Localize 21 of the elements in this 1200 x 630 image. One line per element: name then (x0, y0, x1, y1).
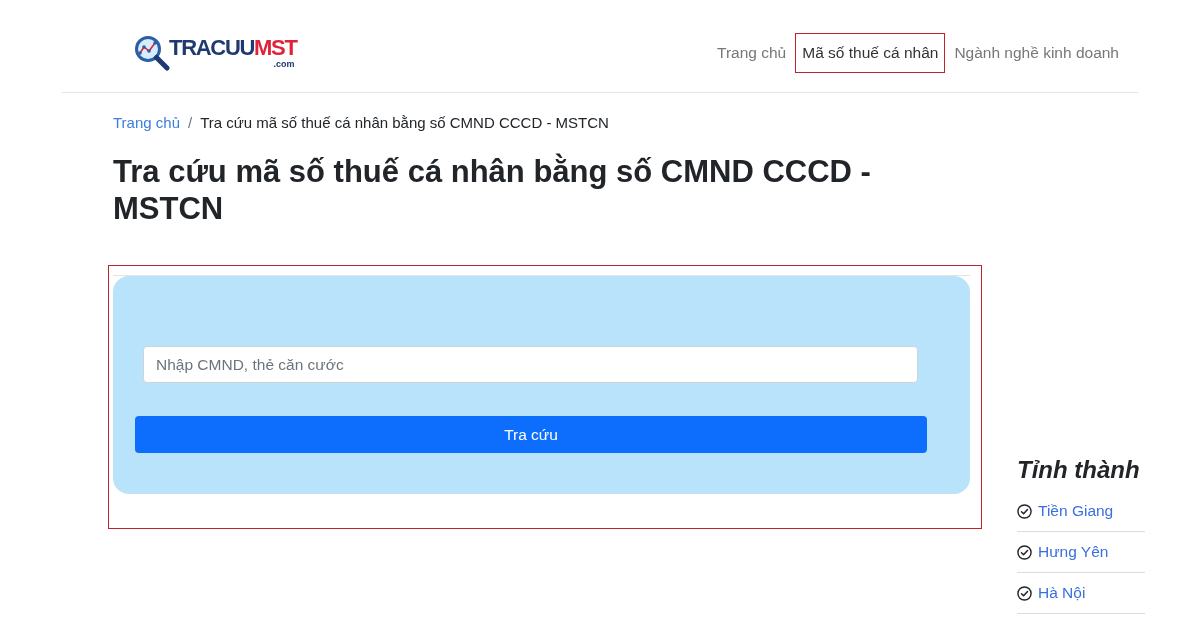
check-circle-icon (1017, 544, 1032, 560)
id-number-field[interactable]: Nhập CMND, thẻ căn cước (143, 346, 918, 383)
province-link[interactable]: Tiền Giang (1038, 500, 1114, 522)
nav-link[interactable]: Mã số thuế cá nhân (795, 32, 946, 73)
breadcrumb-link[interactable]: Trang chủ (113, 112, 180, 134)
nav-link[interactable]: Ngành nghề kinh doanh (947, 32, 1126, 73)
breadcrumb-separator: / (188, 113, 193, 133)
check-circle-icon (1017, 585, 1032, 601)
breadcrumb-current: Tra cứu mã số thuế cá nhân bằng số CMND CCCD - MSTCN (200, 113, 609, 133)
logo-text: TRACUU (169, 36, 255, 60)
site-logo[interactable]: TRACUUMST .com (134, 34, 297, 71)
search-button[interactable]: Tra cứu (135, 416, 927, 453)
magnifier-chart-icon (134, 34, 170, 71)
logo-domain: .com (273, 60, 295, 69)
province-link[interactable]: Hà Nội (1038, 582, 1086, 604)
logo-text-accent: MST (254, 36, 297, 60)
page-title: Tra cứu mã số thuế cá nhân bằng số CMND CCCD - MSTCN (113, 153, 872, 227)
check-circle-icon (1017, 503, 1032, 519)
sidebar-title: Tỉnh thành (1017, 455, 1141, 485)
province-link[interactable]: Hưng Yên (1038, 541, 1109, 563)
nav-link[interactable]: Trang chủ (710, 32, 794, 73)
